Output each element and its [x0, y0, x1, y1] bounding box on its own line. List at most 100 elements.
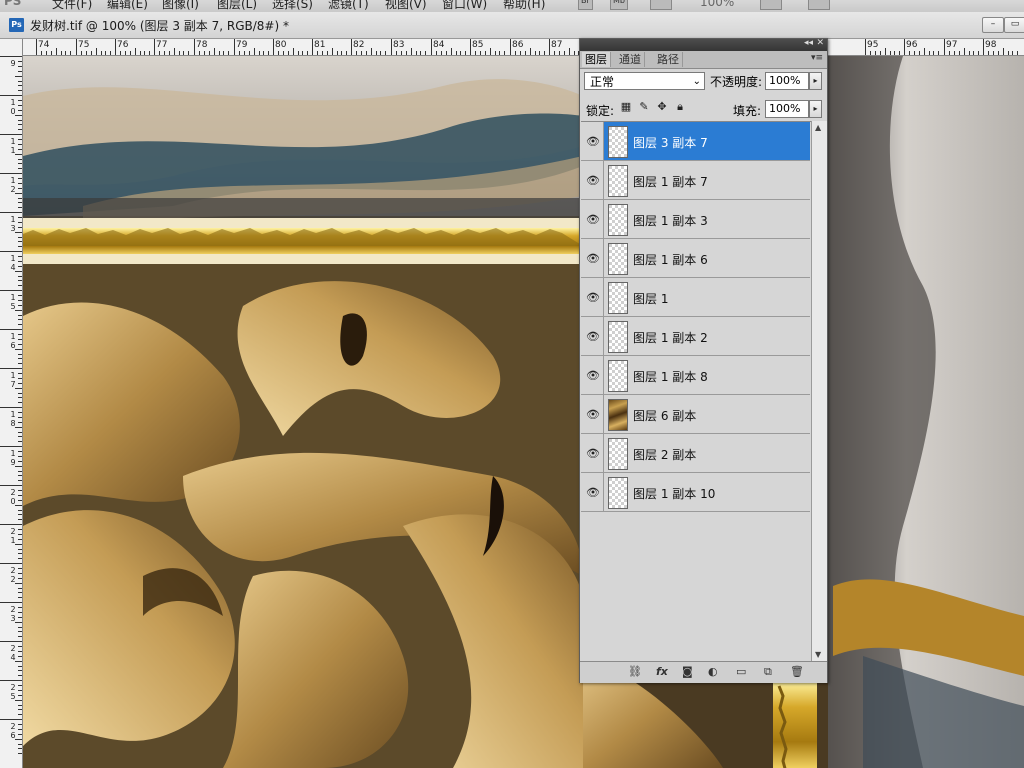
layers-scrollbar[interactable]: ▲ ▼: [811, 121, 827, 661]
layer-thumbnail[interactable]: [608, 477, 628, 509]
layer-row[interactable]: 👁︎ 图层 1: [581, 278, 810, 317]
zoom-level[interactable]: 100%: [700, 0, 734, 9]
minibridge-button[interactable]: Mb: [610, 0, 628, 10]
document-canvas[interactable]: [23, 56, 1024, 768]
minimize-icon[interactable]: –: [982, 17, 1004, 33]
restore-icon[interactable]: ▭: [1004, 17, 1024, 33]
menu-edit[interactable]: 编辑(E): [107, 0, 148, 12]
layer-row[interactable]: 👁︎ 图层 6 副本: [581, 395, 810, 434]
layer-row[interactable]: 👁︎ 图层 1 副本 7: [581, 161, 810, 200]
visibility-toggle[interactable]: 👁︎: [581, 317, 604, 355]
layer-name[interactable]: 图层 1 副本 10: [633, 485, 715, 502]
layer-thumbnail[interactable]: [608, 321, 628, 353]
tab-layers[interactable]: 图层: [582, 52, 611, 67]
menu-layer[interactable]: 图层(L): [217, 0, 257, 12]
visibility-toggle[interactable]: 👁︎: [581, 161, 604, 199]
view-extras-icon[interactable]: [650, 0, 672, 10]
mask-icon[interactable]: ◙: [682, 665, 693, 678]
arrange-documents-icon[interactable]: [760, 0, 782, 10]
folder-icon[interactable]: ▭: [736, 665, 746, 678]
visibility-toggle[interactable]: 👁︎: [581, 200, 604, 238]
link-icon[interactable]: ⛓: [628, 665, 642, 678]
layer-name[interactable]: 图层 1 副本 6: [633, 251, 708, 268]
layer-name[interactable]: 图层 2 副本: [633, 446, 696, 463]
layer-row[interactable]: 👁︎ 图层 1 副本 3: [581, 200, 810, 239]
menu-window[interactable]: 窗口(W): [442, 0, 487, 12]
lock-position-icon[interactable]: ✥: [656, 101, 668, 113]
document-title[interactable]: 发财树.tif @ 100% (图层 3 副本 7, RGB/8#) *: [30, 17, 289, 34]
fx-icon[interactable]: fx: [656, 665, 668, 678]
layer-name[interactable]: 图层 1: [633, 290, 668, 307]
layer-thumbnail[interactable]: [608, 438, 628, 470]
visibility-toggle[interactable]: 👁︎: [581, 395, 604, 433]
layer-row[interactable]: 👁︎ 图层 1 副本 6: [581, 239, 810, 278]
ruler-subtick: [435, 51, 437, 55]
close-icon[interactable]: ✕: [816, 38, 824, 48]
menu-file[interactable]: 文件(F): [52, 0, 92, 12]
layer-row[interactable]: 👁︎ 图层 1 副本 10: [581, 473, 810, 512]
layer-thumbnail[interactable]: [608, 126, 628, 158]
adjustment-icon[interactable]: ◐: [708, 665, 718, 678]
layer-thumbnail[interactable]: [608, 360, 628, 392]
ruler-label: 22: [10, 566, 16, 584]
blend-mode-select[interactable]: 正常 ⌄: [584, 72, 705, 90]
layer-row[interactable]: 👁︎ 图层 3 副本 7: [581, 122, 810, 161]
document-tab[interactable]: Ps 发财树.tif @ 100% (图层 3 副本 7, RGB/8#) * …: [0, 12, 1024, 39]
lock-pixels-icon[interactable]: ✎: [638, 101, 650, 113]
layer-name[interactable]: 图层 1 副本 7: [633, 173, 708, 190]
layer-thumbnail[interactable]: [608, 399, 628, 431]
layer-name[interactable]: 图层 1 副本 2: [633, 329, 708, 346]
trash-icon[interactable]: 🗑︎: [790, 665, 804, 678]
menu-image[interactable]: 图像(I): [162, 0, 199, 12]
ruler-subtick: [18, 514, 22, 516]
bridge-button[interactable]: Br: [578, 0, 593, 10]
scroll-up-icon[interactable]: ▲: [815, 123, 821, 132]
panel-menu-icon[interactable]: ▾≡: [811, 53, 823, 63]
menu-view[interactable]: 视图(V): [385, 0, 427, 12]
ruler-subtick: [100, 51, 102, 55]
collapse-icon[interactable]: ◂◂: [804, 38, 813, 48]
lock-all-icon[interactable]: 🔒︎: [674, 101, 686, 113]
ruler-subtick: [134, 48, 136, 55]
layer-name[interactable]: 图层 3 副本 7: [633, 134, 708, 151]
ruler-subtick: [18, 275, 22, 277]
lock-transparent-icon[interactable]: ▦: [620, 101, 632, 113]
opacity-slider-button[interactable]: ▸: [809, 72, 822, 90]
fill-slider-button[interactable]: ▸: [809, 100, 822, 118]
visibility-toggle[interactable]: 👁︎: [581, 473, 604, 511]
layer-thumbnail[interactable]: [608, 204, 628, 236]
layer-thumbnail[interactable]: [608, 243, 628, 275]
panel-titlebar[interactable]: ◂◂ ✕: [580, 38, 827, 51]
layer-row[interactable]: 👁︎ 图层 2 副本: [581, 434, 810, 473]
menu-select[interactable]: 选择(S): [272, 0, 313, 12]
ruler-subtick: [321, 51, 323, 55]
ruler-subtick: [18, 572, 22, 574]
ruler-label: 17: [10, 371, 16, 389]
layer-thumbnail[interactable]: [608, 165, 628, 197]
new-layer-icon[interactable]: ⧉: [764, 665, 772, 679]
visibility-toggle[interactable]: 👁︎: [581, 356, 604, 394]
horizontal-ruler[interactable]: 74757677787980818283848586878895969798: [22, 39, 1024, 56]
visibility-toggle[interactable]: 👁︎: [581, 434, 604, 472]
ruler-subtick: [18, 294, 22, 296]
scroll-down-icon[interactable]: ▼: [815, 650, 821, 659]
layer-name[interactable]: 图层 6 副本: [633, 407, 696, 424]
opacity-input[interactable]: 100%: [765, 72, 809, 90]
layer-row[interactable]: 👁︎ 图层 1 副本 8: [581, 356, 810, 395]
tab-channels[interactable]: 通道: [616, 52, 645, 67]
vertical-ruler[interactable]: 9 10 11 12 13 14 15 16 17 18 19 20 21 22 23 24 25 26: [0, 39, 23, 768]
menu-filter[interactable]: 滤镜(T): [328, 0, 369, 12]
layer-row[interactable]: 👁︎ 图层 1 副本 2: [581, 317, 810, 356]
visibility-toggle[interactable]: 👁︎: [581, 122, 604, 160]
tab-paths[interactable]: 路径: [654, 52, 683, 67]
layer-name[interactable]: 图层 1 副本 8: [633, 368, 708, 385]
screen-mode-icon[interactable]: [808, 0, 830, 10]
layer-name[interactable]: 图层 1 副本 3: [633, 212, 708, 229]
ruler-subtick: [553, 51, 555, 55]
visibility-toggle[interactable]: 👁︎: [581, 278, 604, 316]
ruler-subtick: [18, 704, 22, 706]
menu-help[interactable]: 帮助(H): [503, 0, 545, 12]
fill-input[interactable]: 100%: [765, 100, 809, 118]
layer-thumbnail[interactable]: [608, 282, 628, 314]
visibility-toggle[interactable]: 👁︎: [581, 239, 604, 277]
